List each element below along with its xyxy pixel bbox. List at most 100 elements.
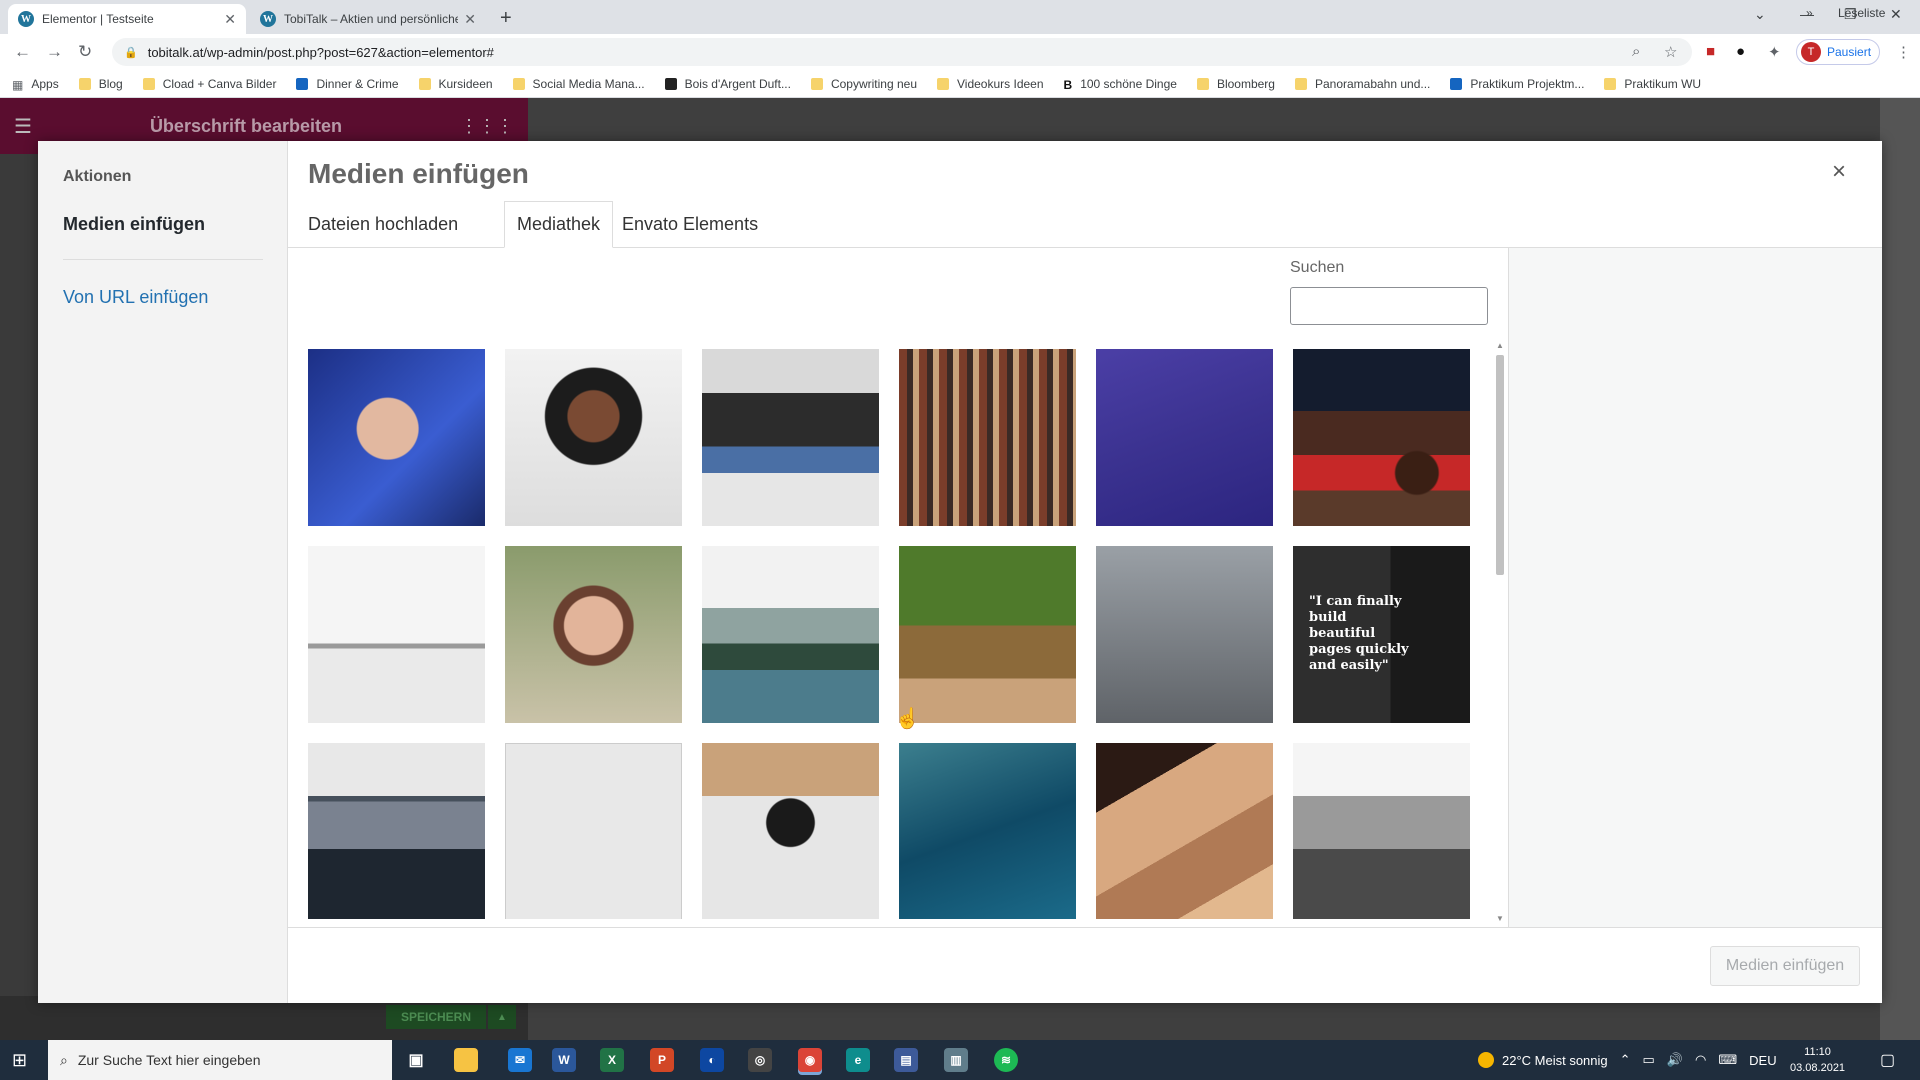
bookmark-item[interactable]: Social Media Mana... <box>512 76 645 91</box>
media-thumbnail-sailboats-lake-photo[interactable] <box>308 743 485 919</box>
bookmark-item[interactable]: ▦ Apps <box>12 76 59 92</box>
bookmark-item[interactable]: Praktikum WU <box>1604 77 1701 91</box>
bookmark-label: 100 schöne Dinge <box>1080 76 1177 91</box>
media-thumbnail-city-skyline-photo[interactable] <box>1293 743 1470 919</box>
forward-icon[interactable]: → <box>46 42 63 62</box>
media-thumbnail-blank-gray-image[interactable] <box>505 743 682 919</box>
taskbar-clock[interactable]: 11:10 03.08.2021 <box>1790 1044 1845 1076</box>
bookmark-item[interactable]: Blog <box>78 77 123 91</box>
tab-search-icon[interactable]: ⌄ <box>1754 6 1766 23</box>
address-bar[interactable]: 🔒 tobitalk.at/wp-admin/post.php?post=627… <box>112 38 1692 66</box>
widgets-grid-icon[interactable]: ⋮⋮⋮ <box>460 116 514 137</box>
taskbar-search-box[interactable]: ⌕ Zur Suche Text hier eingeben <box>48 1040 392 1080</box>
bookmarks-more-icon[interactable]: » <box>1806 6 1813 20</box>
language-indicator[interactable]: DEU <box>1749 1053 1776 1068</box>
powerpoint-icon[interactable]: P <box>650 1048 674 1072</box>
sidebar-item-insert-media[interactable]: Medien einfügen <box>63 214 205 235</box>
bookmark-label: Social Media Mana... <box>532 76 645 91</box>
profile-status: Pausiert <box>1827 45 1872 59</box>
tray-chevron-icon[interactable]: ⌃ <box>1620 1052 1631 1068</box>
bookmark-item[interactable]: Praktikum Projektm... <box>1450 77 1584 91</box>
media-grid: "I can finally build beautiful pages qui… <box>308 349 1508 919</box>
word-icon[interactable]: W <box>552 1048 576 1072</box>
bookmark-item[interactable]: B 100 schöne Dinge <box>1064 76 1177 92</box>
media-thumbnail-woman-portrait-photo[interactable] <box>505 546 682 723</box>
extension-adblock-icon[interactable]: ■ <box>1706 43 1715 60</box>
hamburger-menu-icon[interactable]: ☰ <box>14 114 32 139</box>
close-tab-icon[interactable]: ✕ <box>464 11 476 28</box>
modal-title: Medien einfügen <box>308 158 529 189</box>
edge-icon[interactable]: e <box>846 1048 870 1072</box>
scroll-up-icon[interactable]: ▲ <box>1496 341 1504 350</box>
mail-icon[interactable]: ✉ <box>508 1048 532 1072</box>
browser-tab-elementor[interactable]: W Elementor | Testseite ✕ <box>8 4 246 34</box>
calculator-app-icon[interactable]: ▤ <box>894 1048 918 1072</box>
volume-icon[interactable]: 🔊 <box>1667 1052 1683 1068</box>
bookmark-item[interactable]: Videokurs Ideen <box>937 77 1044 91</box>
bookmark-star-icon[interactable]: ☆ <box>1664 43 1677 61</box>
excel-icon[interactable]: X <box>600 1048 624 1072</box>
browser-tab-tobitalk[interactable]: W TobiTalk – Aktien und persönliche ✕ <box>250 4 486 34</box>
menu-kebab-icon[interactable]: ⋮ <box>1896 43 1911 61</box>
chrome-icon[interactable]: ◉ <box>798 1048 822 1072</box>
zoom-icon[interactable]: ⌕ <box>1632 43 1640 60</box>
media-thumbnail-writing-notebook-photo[interactable] <box>1293 349 1470 526</box>
bookmark-item[interactable]: Dinner & Crime <box>296 77 399 91</box>
bookmark-item[interactable]: Bloomberg <box>1196 77 1275 91</box>
save-options-chevron-icon[interactable]: ▲ <box>488 1005 516 1029</box>
obs-icon[interactable]: ◎ <box>748 1048 772 1072</box>
media-thumbnail-misty-mountain-lake-photo[interactable] <box>702 546 879 723</box>
sidebar-item-insert-from-url[interactable]: Von URL einfügen <box>63 287 208 308</box>
close-window-icon[interactable]: ✕ <box>1890 6 1902 23</box>
media-thumbnail-ocean-wave-photo[interactable] <box>899 743 1076 919</box>
tab-upload-files[interactable]: Dateien hochladen <box>296 201 470 248</box>
reload-icon[interactable]: ↻ <box>78 42 92 62</box>
save-button[interactable]: SPEICHERN <box>386 1005 486 1029</box>
notepad-icon[interactable]: ▥ <box>944 1048 968 1072</box>
media-grid-scrollbar[interactable]: ▲ ▼ <box>1493 341 1507 923</box>
spotify-icon[interactable]: ≋ <box>994 1048 1018 1072</box>
media-thumbnail-tree-path-photo[interactable] <box>899 546 1076 723</box>
weather-text[interactable]: 22°C Meist sonnig <box>1502 1053 1608 1068</box>
media-thumbnail-desert-dunes-photo[interactable] <box>1096 743 1273 919</box>
tab-media-library[interactable]: Mediathek <box>504 201 614 248</box>
notification-center-icon[interactable]: ▢ <box>1880 1050 1895 1070</box>
media-thumbnail-testimonial-quote-image[interactable]: "I can finally build beautiful pages qui… <box>1293 546 1470 723</box>
task-view-icon[interactable]: ▣ <box>404 1048 428 1072</box>
windows-start-icon[interactable]: ⊞ <box>12 1050 27 1071</box>
media-thumbnail-library-shelves-photo[interactable] <box>899 349 1076 526</box>
media-thumbnail-road-cars-aerial-photo[interactable] <box>1096 546 1273 723</box>
bookmark-item[interactable]: Cload + Canva Bilder <box>142 77 276 91</box>
folder-icon <box>937 77 949 90</box>
bookmark-item[interactable]: Panoramabahn und... <box>1294 77 1430 91</box>
extension-grammarly-icon[interactable]: ● <box>1736 43 1745 60</box>
new-tab-icon[interactable]: + <box>500 7 512 30</box>
file-explorer-icon[interactable] <box>454 1048 478 1072</box>
wifi-icon[interactable]: ◠ <box>1695 1052 1706 1068</box>
scrollbar-thumb[interactable] <box>1496 355 1504 575</box>
media-thumbnail-developer-at-monitors-photo[interactable] <box>702 349 879 526</box>
media-thumbnail-bright-office-stools-photo[interactable] <box>308 546 485 723</box>
bookmark-item[interactable]: Kursideen <box>418 77 493 91</box>
media-thumbnail-man-with-glasses-photo[interactable] <box>308 349 485 526</box>
scroll-down-icon[interactable]: ▼ <box>1496 914 1504 923</box>
insert-media-button[interactable]: Medien einfügen <box>1710 946 1860 986</box>
vpn-app-icon[interactable]: ◐ <box>700 1048 724 1072</box>
divider <box>63 259 263 260</box>
bookmark-label: Apps <box>31 76 59 91</box>
reading-list-button[interactable]: Leseliste <box>1838 6 1885 20</box>
media-thumbnail-photographer-camera-photo[interactable] <box>702 743 879 919</box>
close-tab-icon[interactable]: ✕ <box>224 11 236 28</box>
meet-now-icon[interactable]: ▭ <box>1643 1052 1655 1068</box>
keyboard-icon[interactable]: ⌨ <box>1718 1052 1737 1068</box>
profile-button[interactable]: T Pausiert <box>1796 39 1880 65</box>
bookmark-item[interactable]: Bois d'Argent Duft... <box>664 77 791 91</box>
search-input[interactable] <box>1290 287 1488 325</box>
close-icon[interactable]: × <box>1832 158 1846 186</box>
bookmark-item[interactable]: Copywriting neu <box>810 77 917 91</box>
tab-envato-elements[interactable]: Envato Elements <box>610 201 770 248</box>
back-icon[interactable]: ← <box>14 42 31 62</box>
extensions-puzzle-icon[interactable]: ✦ <box>1768 43 1781 61</box>
media-thumbnail-woman-curly-hair-photo[interactable] <box>505 349 682 526</box>
media-thumbnail-purple-abstract-photo[interactable] <box>1096 349 1273 526</box>
